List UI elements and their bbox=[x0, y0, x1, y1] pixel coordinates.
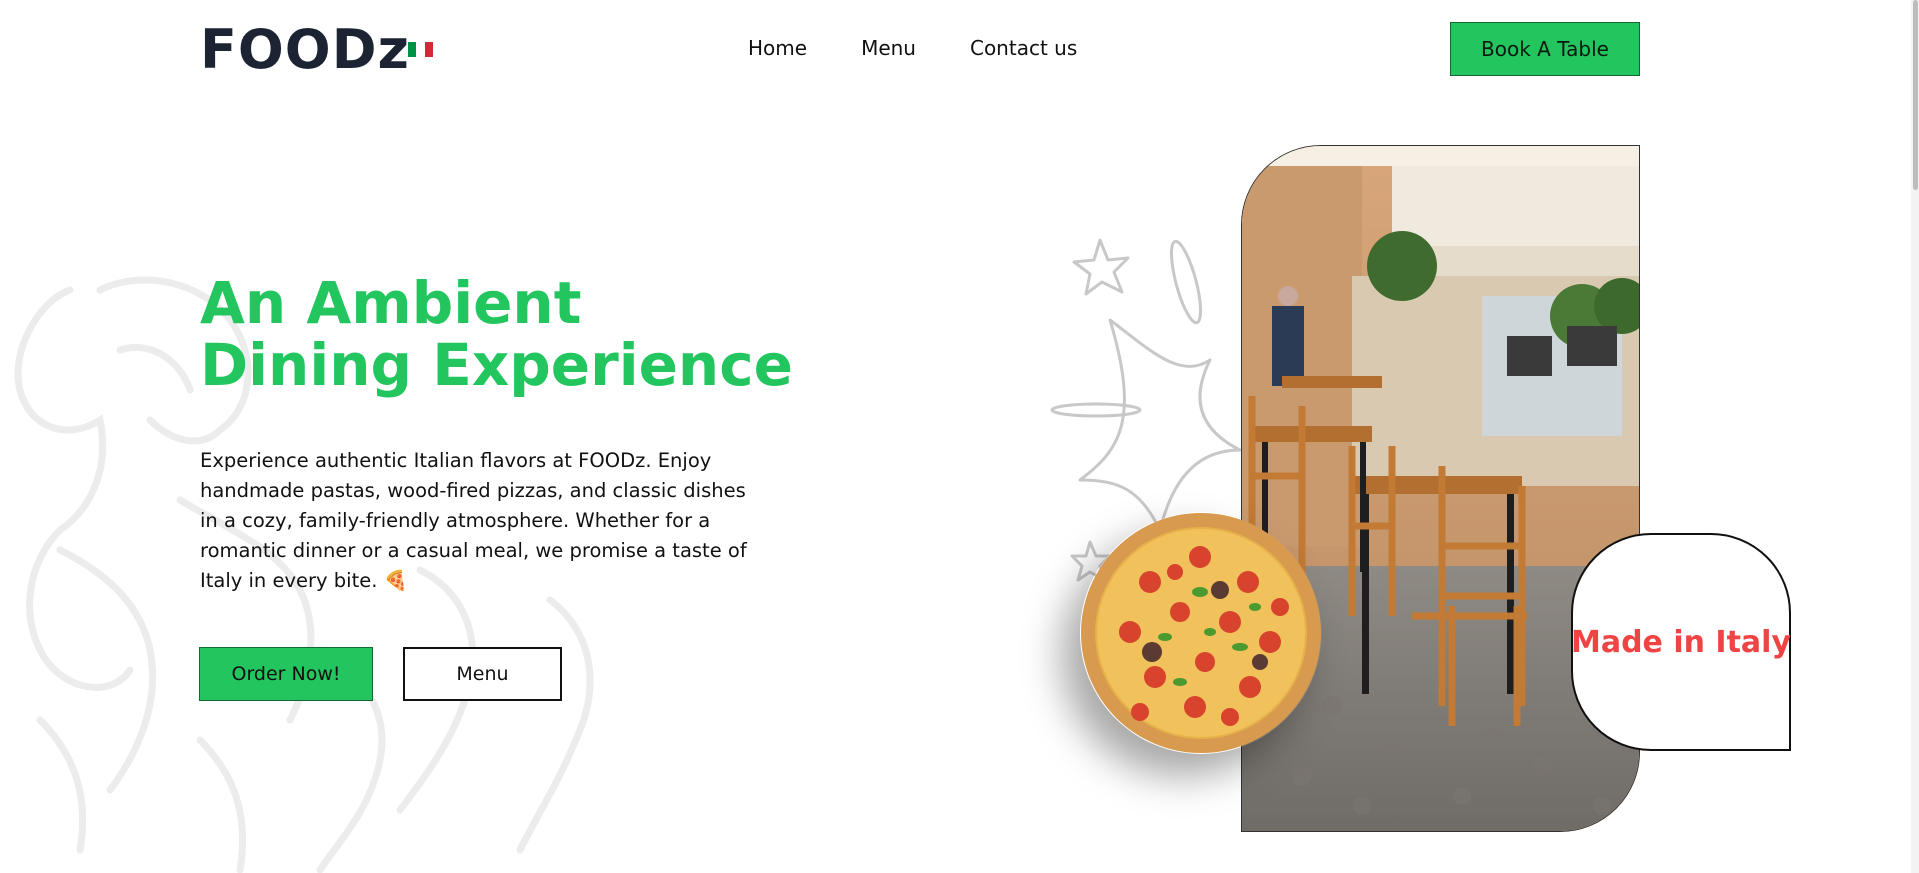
book-a-table-button[interactable]: Book A Table bbox=[1450, 22, 1640, 76]
nav-contact-us[interactable]: Contact us bbox=[970, 36, 1077, 60]
main-nav: Home Menu Contact us bbox=[748, 36, 1077, 60]
hero-title-line-2: Dining Experience bbox=[200, 331, 793, 399]
order-now-button[interactable]: Order Now! bbox=[199, 647, 373, 701]
hero-title-line-1: An Ambient bbox=[200, 269, 582, 337]
made-in-italy-badge: Made in Italy bbox=[1571, 533, 1791, 751]
italy-flag-icon bbox=[408, 42, 433, 57]
page-scrollbar[interactable] bbox=[1911, 0, 1919, 873]
site-header: FOODz Home Menu Contact us Book A Table bbox=[0, 0, 1919, 100]
restaurant-terrace-photo bbox=[1241, 145, 1640, 832]
hero-title: An Ambient Dining Experience bbox=[200, 272, 820, 396]
nav-home[interactable]: Home bbox=[748, 36, 807, 60]
nav-menu[interactable]: Menu bbox=[861, 36, 916, 60]
menu-button[interactable]: Menu bbox=[403, 647, 562, 701]
pizza-image bbox=[1081, 513, 1321, 753]
scrollbar-thumb[interactable] bbox=[1913, 0, 1918, 190]
logo[interactable]: FOODz bbox=[200, 18, 410, 82]
hero-description: Experience authentic Italian flavors at … bbox=[200, 449, 747, 592]
